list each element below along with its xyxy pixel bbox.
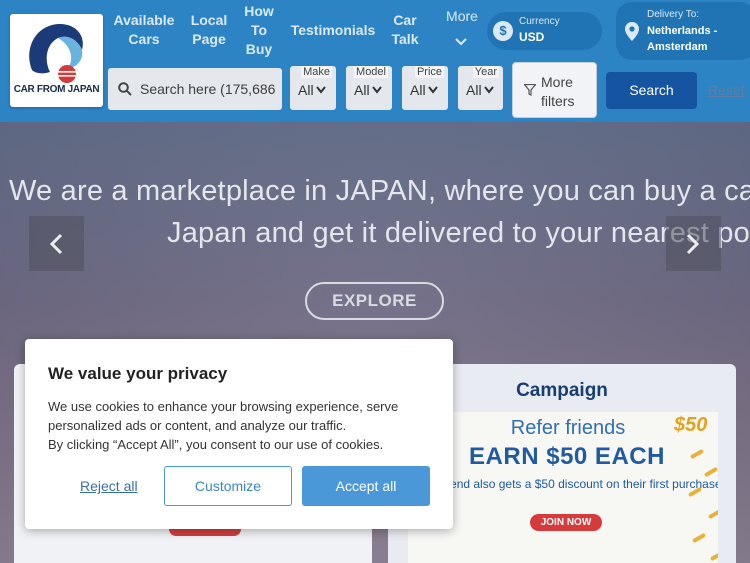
privacy-consent-text: By clicking “Accept All”, you consent to… bbox=[48, 437, 384, 452]
carousel-next-button[interactable] bbox=[666, 216, 721, 271]
filter-price-label: Price bbox=[414, 66, 444, 78]
privacy-body: We use cookies to enhance your browsing … bbox=[48, 397, 438, 454]
explore-button[interactable]: EXPLORE bbox=[305, 282, 444, 320]
nav-how-to-buy[interactable]: How To Buy bbox=[240, 2, 278, 59]
promo-refer-text: Refer friends bbox=[510, 417, 626, 439]
dollar-bill-icon bbox=[709, 550, 718, 562]
filter-make[interactable]: Make All bbox=[290, 66, 336, 110]
chevron-down-icon bbox=[316, 86, 326, 94]
delivery-value: Netherlands - Amsterdam bbox=[647, 25, 718, 53]
filter-funnel-icon bbox=[524, 84, 536, 96]
delivery-selector[interactable]: Delivery To: Netherlands - Amsterdam bbox=[616, 2, 750, 60]
currency-label: Currency bbox=[519, 16, 560, 27]
promo-description: Your friend also gets a $50 discount on … bbox=[412, 477, 718, 491]
chevron-down-icon bbox=[372, 86, 382, 94]
nav-testimonials[interactable]: Testimonials bbox=[290, 21, 376, 40]
chevron-left-icon bbox=[49, 233, 63, 255]
coin-badge: $50 bbox=[674, 414, 708, 436]
join-now-button[interactable]: JOIN NOW bbox=[530, 514, 602, 531]
privacy-title: We value your privacy bbox=[48, 364, 228, 383]
filter-model-label: Model bbox=[354, 66, 388, 78]
customize-button[interactable]: Customize bbox=[164, 466, 292, 506]
search-button[interactable]: Search bbox=[606, 72, 697, 109]
reject-all-button[interactable]: Reject all bbox=[80, 478, 138, 494]
filter-year[interactable]: Year All bbox=[458, 66, 503, 110]
chevron-down-icon bbox=[428, 86, 438, 94]
search-input[interactable] bbox=[140, 79, 280, 99]
chevron-down-icon[interactable] bbox=[455, 36, 467, 48]
logo-text: CAR FROM JAPAN bbox=[13, 84, 100, 95]
filter-year-value: All bbox=[466, 82, 482, 98]
filter-price[interactable]: Price All bbox=[402, 66, 448, 110]
location-pin-icon bbox=[625, 22, 639, 41]
site-logo[interactable]: CAR FROM JAPAN bbox=[10, 14, 103, 107]
hero-headline-line2: Japan and get it delivered to your neare… bbox=[167, 217, 750, 249]
campaign-promo-banner[interactable]: Refer friends EARN $50 EACH Your friend … bbox=[408, 412, 718, 563]
privacy-dialog: We value your privacy We use cookies to … bbox=[25, 339, 453, 529]
nav-more[interactable]: More bbox=[444, 7, 480, 26]
currency-value: USD bbox=[519, 30, 545, 44]
reset-link[interactable]: Reset bbox=[708, 82, 745, 98]
filter-make-label: Make bbox=[301, 66, 332, 78]
filter-make-value: All bbox=[298, 82, 314, 98]
privacy-body-text: We use cookies to enhance your browsing … bbox=[48, 399, 399, 433]
more-filters-label: More filters bbox=[541, 74, 575, 109]
nav-car-talk[interactable]: Car Talk bbox=[390, 11, 420, 49]
site-header: CAR FROM JAPAN Available Cars Local Page… bbox=[0, 0, 750, 122]
dollar-icon: $ bbox=[493, 21, 513, 41]
currency-selector[interactable]: $ Currency USD bbox=[487, 12, 602, 50]
dollar-bill-icon bbox=[707, 508, 718, 520]
search-icon bbox=[118, 82, 132, 96]
nav-local-page[interactable]: Local Page bbox=[189, 11, 229, 49]
delivery-label: Delivery To: bbox=[647, 9, 700, 20]
logo-icon bbox=[29, 23, 83, 83]
search-box[interactable] bbox=[108, 68, 282, 110]
hero-headline: We are a marketplace in JAPAN, where you… bbox=[9, 175, 750, 207]
filter-model[interactable]: Model All bbox=[346, 66, 392, 110]
chevron-down-icon bbox=[484, 86, 494, 94]
more-filters-button[interactable]: More filters bbox=[512, 62, 597, 118]
filter-model-value: All bbox=[354, 82, 370, 98]
filter-year-label: Year bbox=[472, 66, 499, 78]
promo-earn-text: EARN $50 EACH bbox=[469, 443, 665, 470]
nav-available-cars[interactable]: Available Cars bbox=[113, 11, 175, 49]
carousel-prev-button[interactable] bbox=[29, 216, 84, 271]
filter-price-value: All bbox=[410, 82, 426, 98]
accept-all-button[interactable]: Accept all bbox=[302, 466, 430, 506]
dollar-bill-icon bbox=[691, 532, 707, 544]
chevron-right-icon bbox=[686, 233, 700, 255]
